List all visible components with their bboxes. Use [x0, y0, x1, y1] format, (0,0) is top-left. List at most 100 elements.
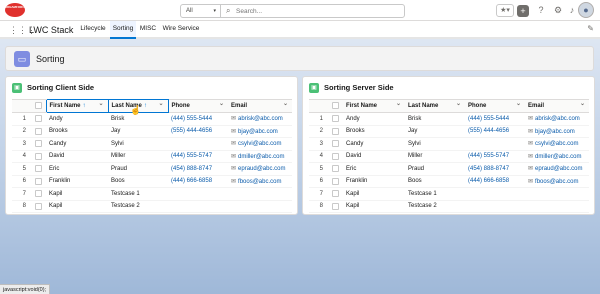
- table-row[interactable]: 7 Kapil Testcase 1: [309, 187, 589, 201]
- table-row[interactable]: 4 David Miller (444) 555-5747 ✉ dmiller@abc.c…: [309, 150, 589, 163]
- chevron-down-icon[interactable]: ⌄: [456, 100, 461, 107]
- user-icon: ●: [583, 5, 589, 15]
- tab-wire-service[interactable]: Wire Service: [162, 21, 200, 37]
- email-link[interactable]: dmiller@abc.com: [238, 154, 284, 160]
- table-row[interactable]: 3 Candy Sylvi ✉ csylvi@abc.com: [309, 137, 589, 151]
- table-row[interactable]: 6 Franklin Boos (444) 666-6858 ✉ fboos@abc.co…: [12, 175, 292, 188]
- phone-link[interactable]: (444) 555-5444: [468, 116, 509, 122]
- row-checkbox[interactable]: [332, 140, 339, 148]
- column-header-email[interactable]: Email ⌄: [525, 99, 589, 113]
- phone-link[interactable]: (444) 555-5444: [171, 116, 212, 122]
- cell-first-name: Candy: [343, 137, 405, 151]
- table-row[interactable]: 8 Kapil Testcase 2: [309, 200, 589, 213]
- help-button[interactable]: ?: [535, 4, 547, 17]
- search-input[interactable]: [236, 6, 401, 16]
- row-checkbox[interactable]: [35, 127, 42, 135]
- row-checkbox[interactable]: [35, 152, 42, 160]
- chevron-down-icon[interactable]: ⌄: [98, 100, 103, 107]
- edit-nav-icon[interactable]: ✎: [587, 24, 594, 33]
- email-link[interactable]: epraud@abc.com: [238, 166, 285, 172]
- column-header-phone[interactable]: Phone ⌄: [465, 99, 525, 113]
- email-link[interactable]: bjay@abc.com: [535, 129, 575, 135]
- tab-misc[interactable]: MISC: [137, 21, 159, 37]
- row-select-cell: [329, 112, 343, 126]
- phone-link[interactable]: (444) 666-6858: [468, 178, 509, 184]
- table-row[interactable]: 8 Kapil Testcase 2: [12, 200, 292, 213]
- row-number-header: [309, 99, 329, 113]
- email-link[interactable]: abrisk@abc.com: [535, 116, 580, 122]
- phone-link[interactable]: (454) 888-8747: [468, 166, 509, 172]
- table-row[interactable]: 2 Brooks Jay (555) 444-4656 ✉ bjay@abc.com: [12, 125, 292, 138]
- cell-phone: [168, 200, 228, 213]
- email-link[interactable]: fboos@abc.com: [535, 179, 578, 185]
- chevron-down-icon[interactable]: ⌄: [283, 100, 288, 107]
- row-checkbox[interactable]: [35, 202, 42, 210]
- chevron-down-icon[interactable]: ⌄: [158, 100, 163, 107]
- chevron-down-icon[interactable]: ⌄: [219, 100, 224, 107]
- row-checkbox[interactable]: [35, 177, 42, 185]
- phone-link[interactable]: (444) 555-5747: [468, 153, 509, 159]
- table-row[interactable]: 6 Franklin Boos (444) 666-6858 ✉ fboos@abc.co…: [309, 175, 589, 188]
- global-actions-button[interactable]: +: [517, 5, 529, 17]
- table-row[interactable]: 2 Brooks Jay (555) 444-4656 ✉ bjay@abc.com: [309, 125, 589, 138]
- email-link[interactable]: abrisk@abc.com: [238, 116, 283, 122]
- row-checkbox[interactable]: [332, 190, 339, 198]
- row-number: 3: [309, 137, 329, 151]
- email-link[interactable]: fboos@abc.com: [238, 179, 281, 185]
- table-row[interactable]: 3 Candy Sylvi ✉ csylvi@abc.com: [12, 137, 292, 151]
- row-checkbox[interactable]: [332, 152, 339, 160]
- email-icon: ✉: [231, 166, 237, 173]
- row-checkbox[interactable]: [332, 177, 339, 185]
- phone-link[interactable]: (454) 888-8747: [171, 166, 212, 172]
- column-label: Phone: [468, 103, 487, 109]
- table-row[interactable]: 4 David Miller (444) 555-5747 ✉ dmiller@abc.c…: [12, 150, 292, 163]
- row-checkbox[interactable]: [332, 202, 339, 210]
- row-checkbox[interactable]: [35, 190, 42, 198]
- column-header-email[interactable]: Email ⌄: [228, 99, 292, 113]
- chevron-down-icon[interactable]: ⌄: [396, 100, 401, 107]
- cell-email: [228, 200, 292, 213]
- column-header-last-name[interactable]: Last Name ⌄: [405, 99, 465, 113]
- search-scope-dropdown[interactable]: All ▾: [181, 5, 221, 17]
- table-row[interactable]: 1 Andy Brisk (444) 555-5444 ✉ abrisk@abc.com: [309, 112, 589, 126]
- phone-link[interactable]: (555) 444-4656: [468, 128, 509, 134]
- column-header-phone[interactable]: Phone ⌄: [168, 99, 228, 113]
- cell-phone: [168, 187, 228, 201]
- row-checkbox[interactable]: [332, 127, 339, 135]
- column-header-first-name[interactable]: First Name ↑ ⌄: [45, 99, 109, 113]
- table-row[interactable]: 5 Eric Praud (454) 888-8747 ✉ epraud@abc.com: [309, 162, 589, 176]
- tab-lifecycle[interactable]: Lifecycle: [75, 21, 111, 37]
- phone-link[interactable]: (444) 666-6858: [171, 178, 212, 184]
- select-all-checkbox[interactable]: [332, 102, 339, 110]
- table-row[interactable]: 1 Andy Brisk (444) 555-5444 ✉ abrisk@abc.com: [12, 112, 292, 126]
- row-checkbox[interactable]: [35, 140, 42, 148]
- row-number: 5: [12, 162, 32, 176]
- row-checkbox[interactable]: [35, 115, 42, 123]
- cell-phone: (454) 888-8747: [465, 162, 525, 176]
- phone-link[interactable]: (555) 444-4656: [171, 128, 212, 134]
- row-checkbox[interactable]: [332, 165, 339, 173]
- row-checkbox[interactable]: [35, 165, 42, 173]
- phone-link[interactable]: (444) 555-5747: [171, 153, 212, 159]
- email-link[interactable]: dmiller@abc.com: [535, 154, 581, 160]
- column-header-first-name[interactable]: First Name ⌄: [343, 99, 405, 113]
- row-number: 2: [309, 125, 329, 138]
- email-link[interactable]: bjay@abc.com: [238, 129, 278, 135]
- email-icon: ✉: [528, 141, 534, 148]
- global-header: DREAMFORCE All ▾ ⌕ ★▾ + ? ⚙ ♪ ●: [0, 0, 600, 21]
- favorites-button[interactable]: ★▾: [496, 4, 514, 17]
- avatar[interactable]: ●: [578, 2, 594, 18]
- notifications-button[interactable]: ♪: [566, 4, 578, 17]
- tab-sorting[interactable]: Sorting: [110, 21, 136, 39]
- row-checkbox[interactable]: [332, 115, 339, 123]
- email-link[interactable]: csylvi@abc.com: [535, 141, 578, 147]
- table-row[interactable]: 5 Eric Praud (454) 888-8747 ✉ epraud@abc.com: [12, 162, 292, 176]
- setup-button[interactable]: ⚙: [552, 4, 564, 17]
- email-link[interactable]: epraud@abc.com: [535, 166, 582, 172]
- table-row[interactable]: 7 Kapil Testcase 1: [12, 187, 292, 201]
- select-all-checkbox[interactable]: [35, 102, 42, 110]
- app-logo[interactable]: DREAMFORCE: [5, 3, 27, 17]
- chevron-down-icon[interactable]: ⌄: [516, 100, 521, 107]
- chevron-down-icon[interactable]: ⌄: [580, 100, 585, 107]
- email-link[interactable]: csylvi@abc.com: [238, 141, 281, 147]
